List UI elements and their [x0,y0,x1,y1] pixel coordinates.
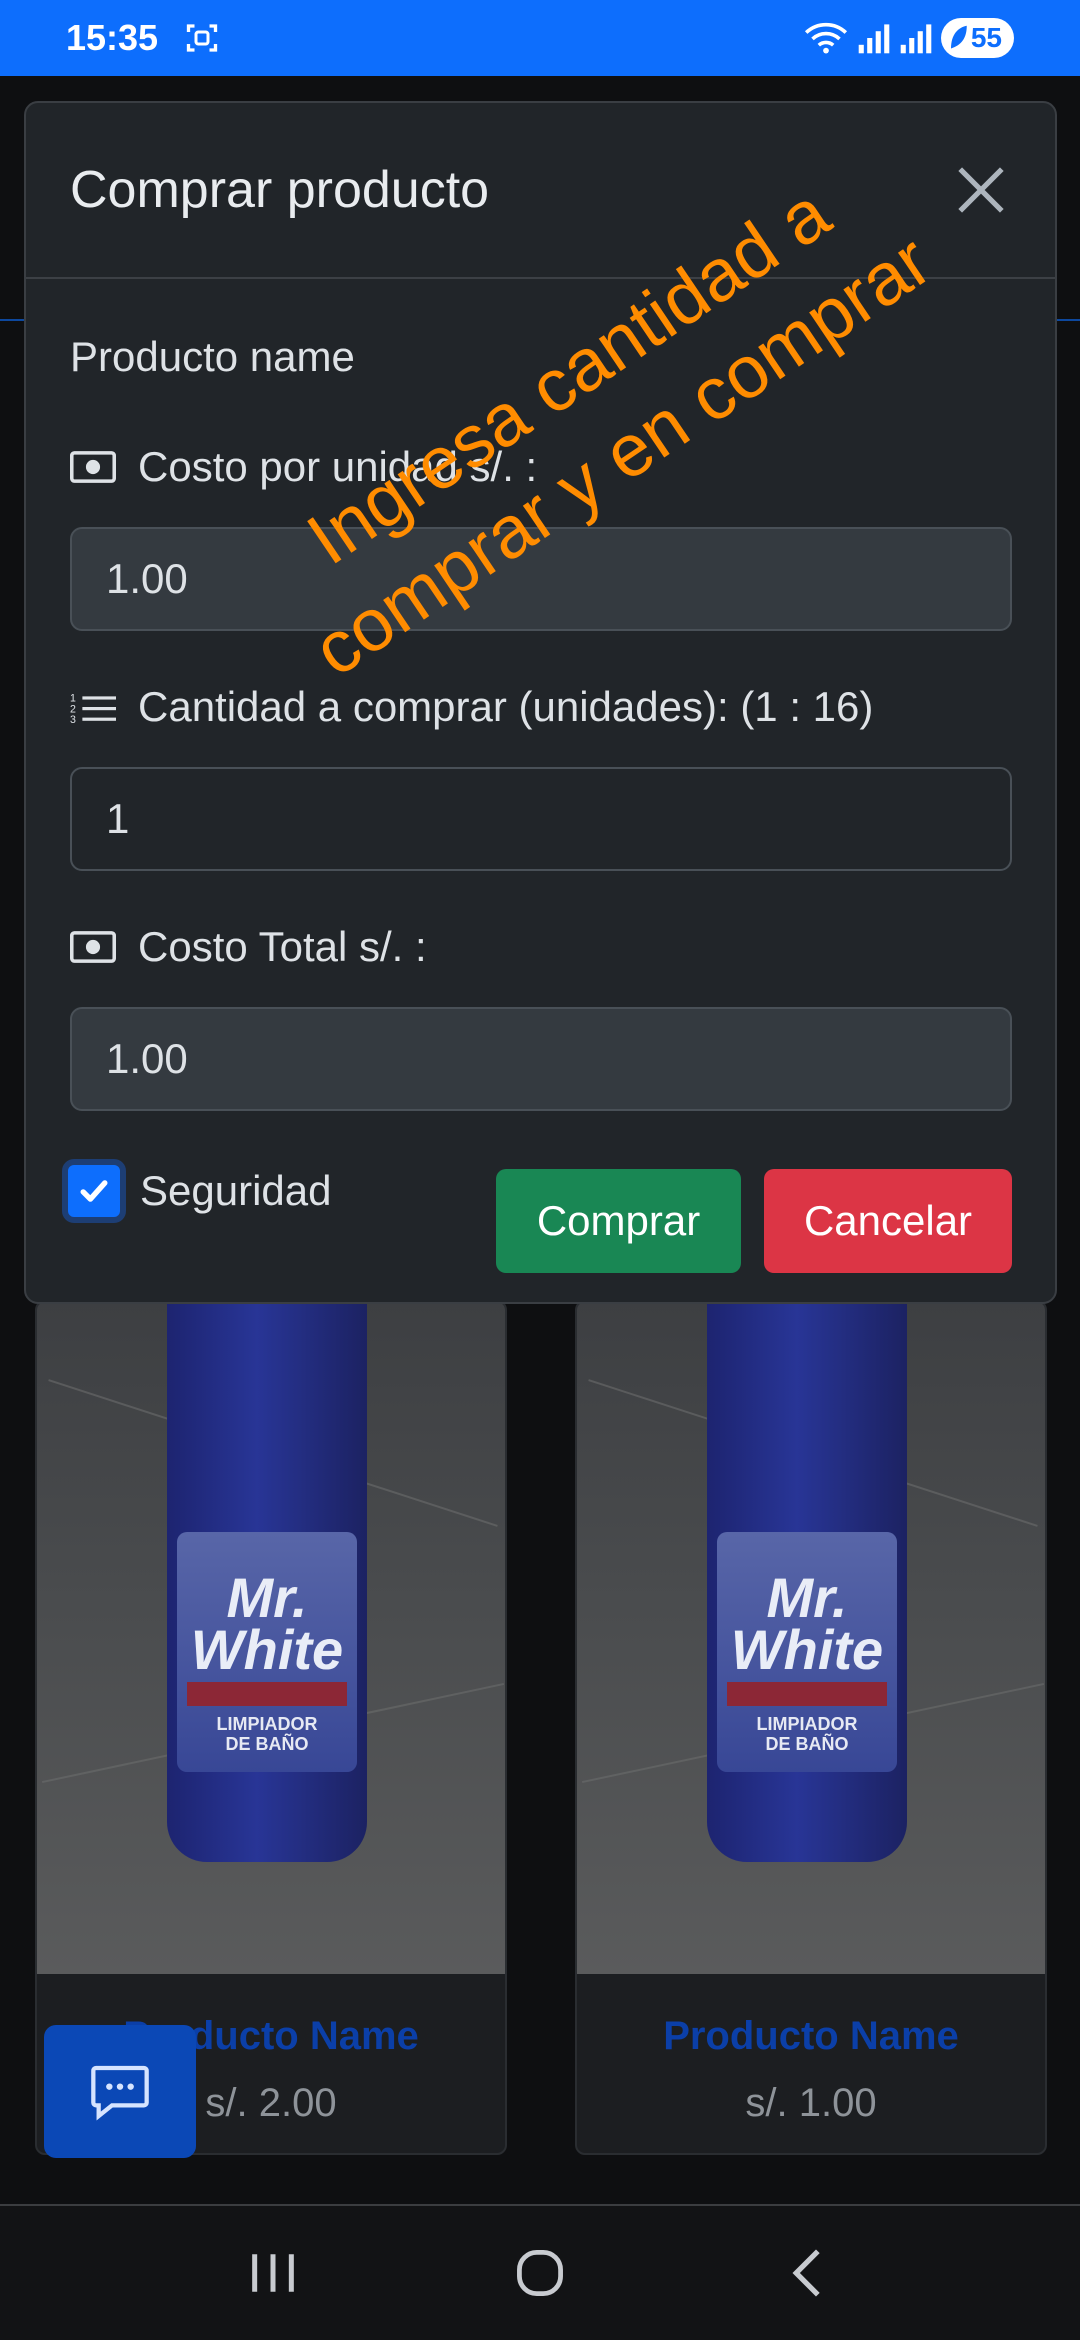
system-nav-bar [0,2204,1080,2340]
product-name: Producto name [70,333,355,380]
modal-header: Comprar producto [26,103,1055,279]
recent-apps-icon [252,2254,295,2292]
bottle-subtitle: LIMPIADOR DE BAÑO [756,1714,858,1754]
buy-button[interactable]: Comprar [496,1169,741,1273]
home-button[interactable] [500,2233,580,2313]
cash-icon [70,931,116,963]
back-button[interactable] [767,2233,847,2313]
quantity-label: 1 2 3 Cantidad a comprar (unidades): (1 … [70,683,873,731]
svg-text:3: 3 [70,714,76,724]
security-checkbox[interactable] [62,1159,126,1223]
purchase-modal: Comprar producto Producto name Costo por… [24,101,1057,1304]
modal-title: Comprar producto [70,161,490,219]
product-bottle: Mr. White LIMPIADOR DE BAÑO [707,1302,907,1862]
status-time: 15:35 [66,17,159,58]
unit-cost-field: 1.00 [70,527,1012,631]
quantity-value: 1 [106,795,130,842]
bottle-brand: Mr. White [730,1566,884,1681]
unit-cost-value: 1.00 [106,555,188,602]
unit-cost-label-text: Costo por unidad s/. : [138,443,538,490]
unit-cost-label: Costo por unidad s/. : [70,443,537,491]
total-cost-label-text: Costo Total s/. : [138,923,427,970]
total-cost-field: 1.00 [70,1007,1012,1111]
product-title-link[interactable]: Producto Name [577,2014,1045,2059]
status-bar: 15:35 55 [0,0,1080,76]
chat-button[interactable] [44,2025,196,2158]
home-icon [517,2250,563,2296]
ordered-list-icon: 1 2 3 [70,693,116,724]
close-icon [958,167,1004,213]
battery-saver-icon [950,25,967,49]
recent-apps-button[interactable] [233,2233,313,2313]
product-card[interactable]: Mr. White LIMPIADOR DE BAÑO Producto Nam… [575,1300,1047,2155]
checkmark-icon [80,1180,108,1202]
total-cost-label: Costo Total s/. : [70,923,427,971]
chat-icon [91,2065,149,2120]
product-image: Mr. White LIMPIADOR DE BAÑO [577,1302,1045,1974]
quantity-input[interactable]: 1 [70,767,1012,871]
battery-level: 55 [970,22,1002,53]
battery-indicator: 55 [940,18,1014,58]
screenshot-icon [186,24,218,52]
product-image: Mr. White LIMPIADOR DE BAÑO [37,1302,505,1974]
wifi-icon [804,22,847,54]
bottle-subtitle: LIMPIADOR DE BAÑO [216,1714,318,1754]
product-price: s/. 1.00 [745,2081,877,2125]
cash-icon [70,451,116,483]
signal-icon [900,24,932,54]
cancel-button[interactable]: Cancelar [764,1169,1012,1273]
total-cost-value: 1.00 [106,1035,188,1082]
back-icon [792,2249,820,2297]
close-button[interactable] [951,160,1011,220]
signal-icon [858,24,890,54]
security-label: Seguridad [140,1167,332,1214]
security-checkbox-group[interactable]: Seguridad [62,1159,331,1223]
bottle-brand: Mr. White [190,1566,344,1681]
quantity-label-text: Cantidad a comprar (unidades): (1 : 16) [138,683,874,730]
product-bottle: Mr. White LIMPIADOR DE BAÑO [167,1302,367,1862]
